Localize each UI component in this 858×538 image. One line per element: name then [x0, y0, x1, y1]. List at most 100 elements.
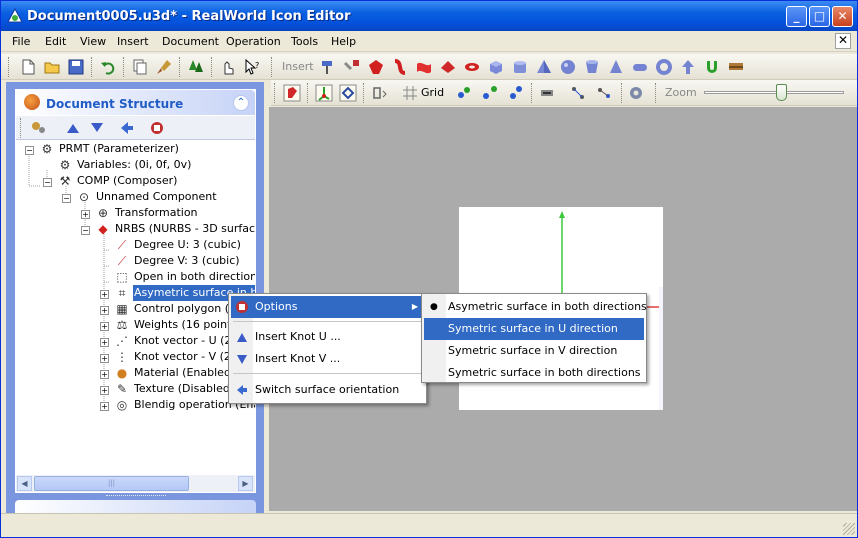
expander[interactable]: − [81, 226, 90, 235]
expander[interactable]: + [100, 338, 109, 347]
add-node-dropdown-icon[interactable] [30, 119, 48, 137]
submenu-item-symetric-both[interactable]: Symetric surface in both directions [424, 362, 644, 384]
back-arrow-icon[interactable] [118, 119, 136, 137]
toolbar-grip[interactable] [8, 57, 11, 77]
insert-tool-icon[interactable] [343, 58, 361, 76]
expander[interactable]: + [100, 386, 109, 395]
insert-cube-icon[interactable] [511, 58, 529, 76]
grid-label[interactable]: Grid [421, 86, 444, 99]
weld-icon[interactable] [455, 84, 473, 102]
insert-capsule-icon[interactable] [631, 58, 649, 76]
move-down-node-icon[interactable] [88, 119, 106, 137]
insert-twist-icon[interactable] [391, 58, 409, 76]
menu-view[interactable]: View [80, 35, 106, 48]
expander[interactable]: + [100, 306, 109, 315]
undo-icon[interactable] [99, 58, 117, 76]
insert-surface-icon[interactable] [439, 58, 457, 76]
split-icon[interactable] [481, 84, 499, 102]
options-dropdown-icon[interactable] [148, 119, 166, 137]
insert-gem-icon[interactable] [367, 58, 385, 76]
expander[interactable]: + [100, 402, 109, 411]
submenu-item-symetric-v[interactable]: Symetric surface in V direction [424, 340, 644, 362]
edges-dropdown-icon[interactable] [539, 84, 557, 102]
settings-gear-icon[interactable] [627, 84, 645, 102]
brush-icon[interactable] [155, 58, 173, 76]
menu-item-options[interactable]: Options ▶ [231, 296, 424, 318]
insert-cone-icon[interactable] [607, 58, 625, 76]
expander[interactable]: + [81, 210, 90, 219]
second-panel-header[interactable] [15, 500, 256, 514]
maximize-button[interactable]: □ [809, 6, 830, 27]
new-document-icon[interactable] [19, 58, 37, 76]
scroll-left-button[interactable]: ◀ [17, 476, 32, 491]
merge-icon[interactable] [507, 84, 525, 102]
zoom-slider-track[interactable] [704, 91, 844, 94]
rotate-view-icon[interactable] [339, 84, 357, 102]
insert-pyramid-icon[interactable] [535, 58, 553, 76]
hand-pointer-icon[interactable] [219, 58, 237, 76]
collapse-panel-button[interactable]: ⌃ [233, 95, 249, 111]
insert-texture-icon[interactable] [727, 58, 745, 76]
menu-insert[interactable]: Insert [117, 35, 149, 48]
menu-item-switch-orientation[interactable]: Switch surface orientation [231, 379, 424, 401]
expander[interactable]: + [100, 322, 109, 331]
panel-splitter[interactable] [106, 495, 166, 498]
options-icon [236, 301, 248, 313]
snap-dropdown-icon[interactable] [371, 84, 389, 102]
title-bar[interactable]: Document0005.u3d* - RealWorld Icon Edito… [1, 1, 857, 31]
app-icon [7, 8, 23, 23]
move-axes-icon[interactable] [315, 84, 333, 102]
zoom-slider-thumb[interactable] [776, 84, 787, 101]
view-mode-icon[interactable] [283, 84, 301, 102]
menu-file[interactable]: File [12, 35, 30, 48]
menu-operation[interactable]: Operation [226, 35, 281, 48]
move-up-node-icon[interactable] [64, 119, 82, 137]
menu-edit[interactable]: Edit [45, 35, 66, 48]
expander[interactable]: + [100, 354, 109, 363]
submenu-item-asymetric-both[interactable]: ● Asymetric surface in both directions [424, 296, 647, 318]
minimize-button[interactable]: _ [786, 6, 807, 27]
toolbar-grip[interactable] [20, 118, 23, 138]
grid-icon[interactable] [401, 84, 419, 102]
expander[interactable]: − [62, 194, 71, 203]
insert-hammer-icon[interactable] [319, 58, 337, 76]
insert-patch-icon[interactable] [415, 58, 433, 76]
insert-arrow-icon[interactable] [679, 58, 697, 76]
view-toolbar: Grid Zoom [271, 80, 857, 106]
toolbar-grip [363, 83, 366, 103]
menu-document[interactable]: Document [162, 35, 219, 48]
menu-help[interactable]: Help [331, 35, 356, 48]
insert-cylinder-icon[interactable] [583, 58, 601, 76]
menu-tools[interactable]: Tools [291, 35, 318, 48]
vertices-icon[interactable] [569, 84, 587, 102]
menu-item-insert-knot-u[interactable]: Insert Knot U ... [231, 326, 424, 348]
insert-torus-icon[interactable] [463, 58, 481, 76]
expander[interactable]: + [100, 370, 109, 379]
close-button[interactable]: ✕ [832, 6, 853, 27]
select-help-icon[interactable]: ? [243, 58, 261, 76]
submenu-item-symetric-u[interactable]: Symetric surface in U direction [424, 318, 644, 340]
expander[interactable]: − [25, 146, 34, 155]
scroll-right-button[interactable]: ▶ [238, 476, 253, 491]
horizontal-scrollbar[interactable]: ◀ ||| ▶ [16, 475, 255, 492]
panel-header[interactable]: Document Structure ⌃ [16, 90, 255, 115]
toolbar-grip[interactable] [274, 83, 277, 103]
insert-sphere-icon[interactable] [559, 58, 577, 76]
insert-u-shape-icon[interactable] [703, 58, 721, 76]
open-folder-icon[interactable] [43, 58, 61, 76]
toolbar-grip [531, 83, 534, 103]
resize-grip-icon[interactable] [843, 523, 855, 535]
expander[interactable]: + [100, 290, 109, 299]
copy-icon[interactable] [131, 58, 149, 76]
trees-icon[interactable] [187, 58, 205, 76]
mdi-close-button[interactable]: ✕ [835, 33, 851, 49]
save-icon[interactable] [67, 58, 85, 76]
expander[interactable]: − [43, 178, 52, 187]
menu-item-insert-knot-v[interactable]: Insert Knot V ... [231, 348, 424, 370]
scroll-thumb[interactable]: ||| [34, 476, 189, 491]
knot-icon: ⋮ [116, 350, 128, 364]
document-structure-panel: Document Structure ⌃ − ⚙ PRMT (Parameter… [15, 89, 256, 493]
insert-box-icon[interactable] [487, 58, 505, 76]
insert-ring-icon[interactable] [655, 58, 673, 76]
faces-icon[interactable] [595, 84, 613, 102]
